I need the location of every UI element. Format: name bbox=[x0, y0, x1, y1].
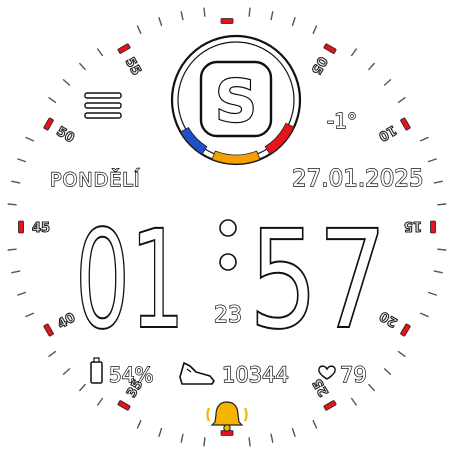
hour-tick bbox=[220, 18, 234, 24]
minute-tick bbox=[96, 397, 104, 406]
minute-tick bbox=[312, 419, 318, 429]
minute-tick bbox=[248, 437, 251, 447]
bell-icon[interactable] bbox=[206, 401, 248, 432]
minute-tick bbox=[291, 17, 296, 27]
heart-rate-value: 79 bbox=[340, 363, 367, 387]
hour-tick bbox=[400, 323, 411, 337]
battery-value: 54% bbox=[109, 363, 153, 387]
day-name: PONDĚLÍ bbox=[50, 168, 140, 191]
minute-tick bbox=[136, 419, 142, 429]
minute-tick bbox=[248, 7, 251, 17]
hour-tick bbox=[117, 43, 131, 54]
temperature-value: -1° bbox=[327, 109, 357, 133]
minute-tick bbox=[62, 368, 71, 375]
logo-band-blue bbox=[180, 126, 208, 155]
hour-numeral: 55 bbox=[122, 55, 144, 78]
minute-tick bbox=[11, 270, 21, 274]
minute-tick bbox=[203, 437, 206, 447]
minute-tick bbox=[433, 270, 443, 274]
minute-tick bbox=[79, 62, 86, 71]
hour-numeral: 05 bbox=[308, 54, 330, 77]
shoe-icon bbox=[179, 362, 215, 385]
minute-tick bbox=[158, 427, 163, 437]
minute-tick bbox=[17, 291, 27, 296]
minute-tick bbox=[350, 397, 358, 406]
date-text: 27.01.2025 bbox=[292, 166, 424, 192]
minute-tick bbox=[203, 7, 206, 17]
minute-tick bbox=[397, 96, 406, 104]
hour-tick bbox=[43, 323, 54, 337]
minute-tick bbox=[96, 48, 104, 57]
minute-tick bbox=[180, 11, 184, 21]
time-colon bbox=[219, 219, 237, 271]
minute-tick bbox=[397, 350, 406, 358]
minute-tick bbox=[17, 158, 27, 163]
minute-tick bbox=[180, 433, 184, 443]
minute-tick bbox=[25, 312, 35, 318]
minute-tick bbox=[62, 79, 71, 86]
hour-tick bbox=[18, 220, 24, 234]
minute-tick bbox=[270, 11, 274, 21]
minute-tick bbox=[383, 79, 392, 86]
minute-tick bbox=[427, 291, 437, 296]
hour-tick bbox=[43, 117, 54, 131]
steps-value: 10344 bbox=[222, 363, 289, 387]
minute-tick bbox=[427, 158, 437, 163]
hour-tick bbox=[323, 43, 337, 54]
minute-tick bbox=[270, 433, 274, 443]
minute-tick bbox=[291, 427, 296, 437]
hours-display: 01 bbox=[75, 202, 185, 360]
seconds-display: 23 bbox=[214, 303, 242, 328]
minute-tick bbox=[350, 48, 358, 57]
minute-tick bbox=[312, 25, 318, 35]
minute-tick bbox=[419, 136, 429, 142]
minute-tick bbox=[419, 312, 429, 318]
hour-tick bbox=[430, 220, 436, 234]
minute-tick bbox=[368, 62, 375, 71]
minute-tick bbox=[7, 203, 17, 206]
minute-tick bbox=[433, 180, 443, 184]
hour-tick bbox=[117, 400, 131, 411]
minute-tick bbox=[11, 180, 21, 184]
hour-numeral: 15 bbox=[404, 218, 422, 233]
watch-face: 0510152025303540455055 S -1° PONDĚLÍ 27.… bbox=[7, 7, 447, 447]
minute-tick bbox=[25, 136, 35, 142]
minutes-display: 57 bbox=[249, 202, 387, 360]
minute-tick bbox=[79, 383, 86, 392]
menu-icon[interactable] bbox=[84, 92, 122, 119]
hour-numeral: 50 bbox=[54, 124, 77, 146]
minute-tick bbox=[368, 383, 375, 392]
hour-numeral: 45 bbox=[32, 221, 50, 236]
minute-tick bbox=[383, 368, 392, 375]
hour-numeral: 10 bbox=[376, 122, 399, 144]
logo-letter: S bbox=[215, 67, 257, 135]
minute-tick bbox=[437, 248, 447, 251]
team-logo: S bbox=[170, 34, 302, 166]
minute-tick bbox=[136, 25, 142, 35]
minute-tick bbox=[7, 248, 17, 251]
hour-tick bbox=[323, 400, 337, 411]
hour-tick bbox=[400, 117, 411, 131]
minute-tick bbox=[158, 17, 163, 27]
minute-tick bbox=[48, 96, 57, 104]
minute-tick bbox=[437, 203, 447, 206]
logo-band-yellow bbox=[211, 150, 261, 165]
hour-numeral: 25 bbox=[310, 376, 332, 399]
minute-tick bbox=[48, 350, 57, 358]
battery-icon bbox=[90, 357, 103, 384]
